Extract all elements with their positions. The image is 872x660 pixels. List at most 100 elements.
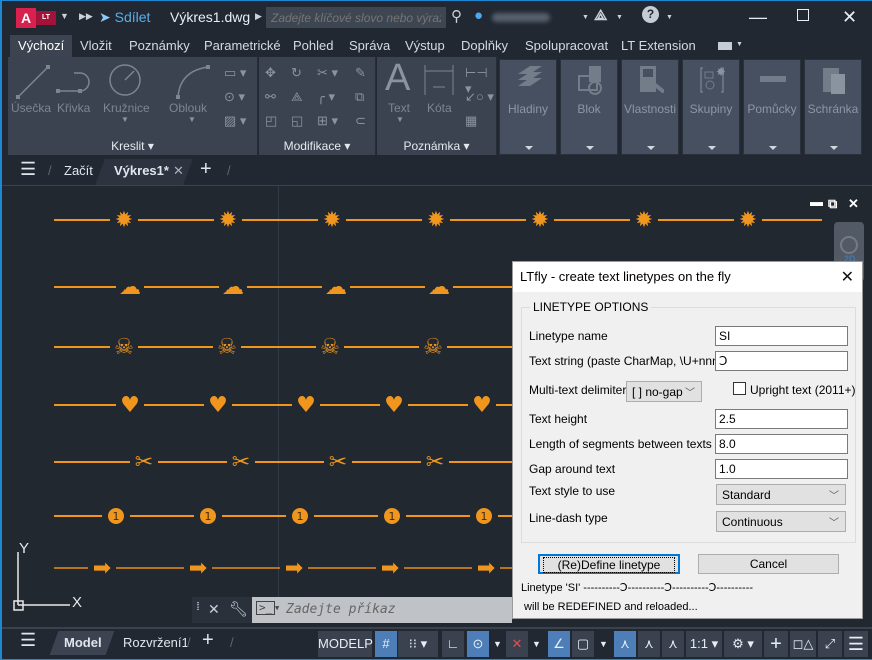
close-tab-icon[interactable]: ✕ — [173, 163, 184, 179]
app-logo[interactable]: A — [16, 8, 36, 28]
tab-vlozit[interactable]: Vložit — [72, 35, 120, 57]
isodraft-icon[interactable]: ✕ — [506, 631, 528, 657]
help-icon[interactable]: ? — [642, 6, 659, 23]
define-linetype-button[interactable]: (Re)Define linetype — [538, 554, 680, 574]
help-search-input[interactable] — [266, 7, 446, 28]
trim-icon[interactable]: ✂ ▾ — [317, 65, 338, 81]
fullscreen-icon[interactable]: ⤢ — [818, 631, 842, 657]
panel-pomucky[interactable]: Pomůcky — [743, 59, 801, 155]
tool-oblouk[interactable]: Oblouk — [169, 101, 207, 115]
search-icon[interactable]: ⚲ — [451, 7, 462, 25]
leader-icon[interactable]: ↙○ ▾ — [465, 89, 494, 105]
layout-menu-icon[interactable]: ☰ — [20, 630, 36, 651]
tab-parametricke[interactable]: Parametrické — [196, 35, 289, 57]
app-menu-chevron-icon[interactable]: ▼ — [60, 11, 69, 21]
viewport-minimize-icon[interactable]: ▬ — [810, 194, 823, 209]
polar-chevron-icon[interactable]: ▼ — [493, 639, 502, 649]
tab-sprava[interactable]: Správa — [341, 35, 398, 57]
tool-krivka[interactable]: Křivka — [57, 101, 90, 115]
linetype-name-input[interactable] — [715, 326, 848, 346]
autodesk-app-icon[interactable]: ⟁ — [594, 7, 607, 24]
panel-skupiny[interactable]: ✸ Skupiny — [682, 59, 740, 155]
ellipse-icon[interactable]: ⊙ ▾ — [224, 89, 245, 105]
ribbon-minimize-chevron-icon[interactable]: ▼ — [736, 41, 743, 48]
tab-rozvrzeni1[interactable]: Rozvržení1 — [123, 635, 189, 650]
dialog-title-bar[interactable]: LTfly - create text linetypes on the fly — [513, 262, 862, 292]
modelp-button[interactable]: MODELP — [318, 631, 373, 657]
customize-wrench-icon[interactable]: 🔧︎ — [229, 600, 248, 618]
tab-pohled[interactable]: Pohled — [285, 35, 341, 57]
viewport-close-icon[interactable]: ✕ — [848, 196, 859, 212]
offset-icon[interactable]: ⊂ — [355, 113, 366, 129]
command-prompt-icon[interactable]: >_ — [256, 601, 276, 615]
snap-toggle-icon[interactable]: ⁝⁝ ▾ — [398, 631, 438, 657]
oblouk-chevron-icon[interactable]: ▼ — [188, 115, 196, 124]
osnap-chevron-icon[interactable]: ▼ — [599, 639, 608, 649]
annotation-scale-icon[interactable]: ⋏ — [662, 631, 684, 657]
new-tab-icon[interactable]: + — [200, 158, 212, 181]
scale-dropdown[interactable]: 1:1 ▾ — [686, 631, 722, 657]
ortho-icon[interactable]: ∟ — [442, 631, 464, 657]
linetype-row-sun[interactable]: ✹ ✹ ✹ ✹ ✹ ✹ ✹ — [54, 208, 822, 233]
text-height-input[interactable] — [715, 409, 848, 429]
auto-scale-icon[interactable]: ⋏ — [638, 631, 660, 657]
tab-lt-extension[interactable]: LT Extension — [613, 35, 704, 57]
text-style-select[interactable]: Standard ﹀ — [716, 484, 846, 505]
user-name-blurred[interactable] — [492, 13, 550, 22]
object-snap-tracking-icon[interactable]: ∠ — [548, 631, 570, 657]
command-input[interactable]: >_ ▼ Zadejte příkaz — [252, 597, 512, 623]
text-string-input[interactable] — [715, 351, 848, 371]
tab-vychozi[interactable]: Výchozí — [10, 35, 73, 57]
panel-vlastnosti[interactable]: Vlastnosti — [621, 59, 679, 155]
tool-usecka[interactable]: Úsečka — [11, 101, 51, 115]
command-history-chevron-icon[interactable]: ▼ — [275, 604, 279, 612]
close-icon[interactable]: ✕ — [842, 7, 857, 28]
isolate-objects-icon[interactable]: ◻△ — [790, 631, 816, 657]
panel-schranka[interactable]: Schránka — [804, 59, 862, 155]
copy-icon[interactable]: ⚯ — [265, 89, 276, 105]
fillet-icon[interactable]: ╭ ▾ — [317, 89, 335, 105]
panel-title-modifikace[interactable]: Modifikace ▾ — [259, 139, 375, 153]
erase-icon[interactable]: ✎ — [355, 65, 366, 81]
tab-vystup[interactable]: Výstup — [397, 35, 453, 57]
text-chevron-icon[interactable]: ▼ — [396, 115, 404, 124]
tab-zacit[interactable]: Začít — [64, 163, 93, 178]
polar-tracking-icon[interactable]: ⊙ — [467, 631, 489, 657]
user-icon[interactable]: ● — [474, 7, 483, 24]
tab-vykres1[interactable]: Výkres1* — [114, 163, 169, 178]
hatch-icon[interactable]: ▨ ▾ — [224, 113, 246, 129]
grid-toggle-icon[interactable]: # — [375, 631, 397, 657]
annotation-visibility-icon[interactable]: ⋏ — [614, 631, 636, 657]
segment-length-input[interactable] — [715, 434, 848, 454]
tool-kota[interactable]: Kóta — [427, 101, 452, 115]
minimize-icon[interactable]: — — [749, 7, 767, 28]
new-layout-icon[interactable]: + — [202, 629, 214, 652]
mirror-icon[interactable]: ⟁ — [291, 89, 303, 105]
gap-input[interactable] — [715, 459, 848, 479]
array-icon[interactable]: ⊞ ▾ — [317, 113, 338, 129]
hamburger-menu-icon[interactable]: ☰ — [20, 159, 36, 180]
panel-blok[interactable]: Blok — [560, 59, 618, 155]
user-chevron-icon[interactable]: ▼ — [582, 14, 589, 21]
grip-handle-icon[interactable]: ⁞⁞ — [196, 601, 200, 613]
tab-model[interactable]: Model — [64, 635, 102, 650]
cancel-button[interactable]: Cancel — [698, 554, 839, 574]
table-icon[interactable]: ▦ — [465, 113, 477, 129]
panel-hladiny[interactable]: Hladiny — [499, 59, 557, 155]
tab-poznamky[interactable]: Poznámky — [121, 35, 198, 57]
move-icon[interactable]: ✥ — [265, 65, 276, 81]
explode-icon[interactable]: ⧉ — [355, 89, 364, 105]
quick-access-expand-icon[interactable]: ▶▶ — [79, 11, 93, 22]
dialog-close-icon[interactable]: ✕ — [841, 267, 854, 287]
tab-doplnky[interactable]: Doplňky — [453, 35, 516, 57]
delimiter-select[interactable]: [ ] no-gap ﹀ — [626, 381, 702, 402]
share-button[interactable]: ➤ Sdílet — [99, 9, 150, 26]
workspace-gear-icon[interactable]: ⚙ ▾ — [724, 631, 762, 657]
stretch-icon[interactable]: ◰ — [265, 113, 277, 129]
isodraft-chevron-icon[interactable]: ▼ — [532, 639, 541, 649]
tab-spolupracovat[interactable]: Spolupracovat — [517, 35, 616, 57]
command-close-icon[interactable]: ✕ — [208, 601, 220, 618]
rotate-icon[interactable]: ↻ — [291, 65, 302, 81]
ribbon-minimize-button[interactable] — [718, 42, 732, 50]
customization-plus-icon[interactable]: + — [764, 631, 788, 657]
